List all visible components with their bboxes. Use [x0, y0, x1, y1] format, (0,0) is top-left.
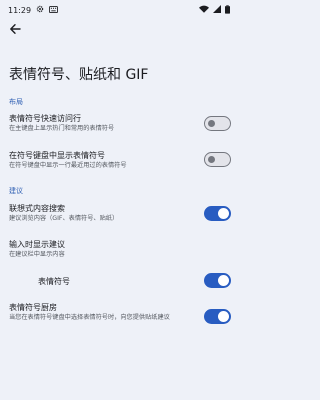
pref-title: 联想式内容搜索: [9, 204, 65, 213]
section-header-layout: 布局: [9, 98, 23, 106]
pref-title: 在符号键盘中显示表情符号: [9, 151, 105, 160]
pref-emoji[interactable]: 表情符号: [0, 270, 240, 292]
pref-typing-suggestions[interactable]: 输入时显示建议 在建议栏中显示内容: [0, 236, 240, 264]
page-title: 表情符号、贴纸和 GIF: [9, 67, 149, 83]
pref-summary: 建议浏览内容（GIF、表情符号、贴纸）: [9, 215, 119, 222]
status-time: 11:29: [8, 5, 32, 15]
gear-icon: [36, 5, 44, 15]
pref-title: 输入时显示建议: [9, 240, 65, 249]
quick-access-switch[interactable]: [204, 116, 231, 131]
pref-title: 表情符号快速访问行: [9, 114, 81, 123]
pref-quick-access[interactable]: 表情符号快速访问行 在主键盘上显示热门和常用的表情符号: [0, 110, 240, 140]
emoji-kitchen-switch[interactable]: [204, 309, 231, 324]
emoji-switch[interactable]: [204, 273, 231, 288]
back-button[interactable]: [6, 20, 24, 38]
pref-emoji-kitchen[interactable]: 表情符号厨房 当您在表情符号键盘中选择表情符号时，向您提供贴纸建议: [0, 298, 240, 334]
wifi-icon: [199, 5, 209, 15]
pref-title: 表情符号厨房: [9, 303, 57, 312]
pref-title: 表情符号: [38, 277, 70, 286]
signal-icon: [213, 5, 221, 15]
keyboard-icon: [49, 5, 58, 15]
pref-associative-search[interactable]: 联想式内容搜索 建议浏览内容（GIF、表情符号、贴纸）: [0, 200, 240, 230]
battery-icon: [225, 4, 230, 16]
status-bar: 11:29: [0, 0, 240, 20]
pref-summary: 在建议栏中显示内容: [9, 251, 65, 258]
pref-summary: 当您在表情符号键盘中选择表情符号时，向您提供贴纸建议: [9, 314, 170, 321]
arrow-back-icon: [9, 20, 21, 39]
associative-search-switch[interactable]: [204, 206, 231, 221]
section-header-suggestions: 建议: [9, 187, 23, 195]
pref-summary: 在主键盘上显示热门和常用的表情符号: [9, 125, 115, 132]
symbol-keyboard-switch[interactable]: [204, 152, 231, 167]
pref-summary: 在符号键盘中显示一行最近用过的表情符号: [9, 162, 127, 169]
pref-symbol-keyboard[interactable]: 在符号键盘中显示表情符号 在符号键盘中显示一行最近用过的表情符号: [0, 145, 240, 175]
